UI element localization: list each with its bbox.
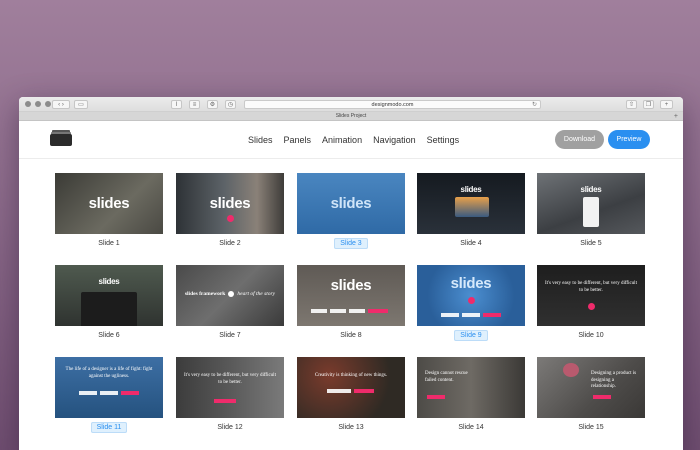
input-mock bbox=[330, 309, 346, 313]
slides-wordmark: slides bbox=[209, 195, 251, 212]
quote-text: Designing a product is designing a relat… bbox=[591, 371, 637, 389]
slide-card[interactable]: slides Slide 9 bbox=[417, 265, 525, 343]
slide-label: Slide 15 bbox=[578, 424, 604, 431]
slide-thumbnail[interactable]: It's very easy to be different, but very… bbox=[537, 265, 645, 326]
framework-title: slides framework bbox=[184, 291, 226, 297]
play-dot-icon bbox=[228, 291, 235, 297]
slide-thumbnail[interactable]: slides bbox=[417, 265, 525, 326]
slide-label: Slide 2 bbox=[219, 240, 241, 247]
slide-thumbnail[interactable]: slides framework heart of the story bbox=[176, 265, 284, 326]
cta-mock bbox=[121, 391, 139, 395]
input-mock bbox=[441, 313, 459, 317]
slides-wordmark: slides bbox=[580, 185, 602, 194]
quote-text: The life of a designer is a life of figh… bbox=[65, 367, 153, 379]
slide-card[interactable]: The life of a designer is a life of figh… bbox=[55, 357, 163, 435]
slide-thumbnail[interactable]: The life of a designer is a life of figh… bbox=[55, 357, 163, 418]
cta-mock bbox=[354, 389, 374, 393]
cta-mock bbox=[427, 395, 445, 399]
input-mock bbox=[311, 309, 327, 313]
slide-label: Slide 13 bbox=[338, 424, 364, 431]
framework-tagline: heart of the story bbox=[237, 291, 276, 297]
slide-card[interactable]: slides Slide 5 bbox=[537, 173, 645, 251]
slide-thumbnail[interactable]: Design cannot rescue failed content. bbox=[417, 357, 525, 418]
slides-wordmark: slides bbox=[88, 195, 130, 212]
slide-card[interactable]: slides Slide 4 bbox=[417, 173, 525, 251]
slide-card[interactable]: slides framework heart of the story Slid… bbox=[176, 265, 284, 343]
quote-text: Creativity is thinking of new things. bbox=[314, 373, 388, 378]
slide-label: Slide 8 bbox=[340, 332, 362, 339]
slide-label: Slide 14 bbox=[458, 424, 484, 431]
cta-mock bbox=[593, 395, 611, 399]
slide-card[interactable]: Creativity is thinking of new things. Sl… bbox=[297, 357, 405, 435]
slide-label: Slide 5 bbox=[580, 240, 602, 247]
input-mock bbox=[462, 313, 480, 317]
slide-label: Slide 10 bbox=[578, 332, 604, 339]
device-image bbox=[455, 197, 489, 217]
slide-thumbnail[interactable]: slides bbox=[55, 173, 163, 234]
slide-label-active: Slide 3 bbox=[297, 238, 405, 249]
slide-label-active: Slide 11 bbox=[55, 422, 163, 433]
quote-text: Design cannot rescue failed content. bbox=[425, 371, 468, 383]
slide-label: Slide 7 bbox=[219, 332, 241, 339]
slide-thumbnail[interactable]: slides bbox=[176, 173, 284, 234]
slide-thumbnail[interactable]: slides bbox=[537, 173, 645, 234]
slide-thumbnail[interactable]: Designing a product is designing a relat… bbox=[537, 357, 645, 418]
slides-wordmark: slides bbox=[330, 195, 372, 212]
slide-card[interactable]: slides Slide 2 bbox=[176, 173, 284, 251]
slide-thumbnail[interactable]: slides bbox=[297, 265, 405, 326]
slide-label: Slide 12 bbox=[217, 424, 243, 431]
laptop-image bbox=[81, 292, 137, 326]
slide-label: Slide 1 bbox=[98, 240, 120, 247]
slide-card[interactable]: slides Slide 6 bbox=[55, 265, 163, 343]
slide-label: Slide 6 bbox=[98, 332, 120, 339]
quote-text: It's very easy to be different, but very… bbox=[184, 373, 276, 385]
slide-card[interactable]: slides Slide 1 bbox=[55, 173, 163, 251]
slides-wordmark: slides bbox=[450, 275, 492, 292]
preview-button[interactable]: Preview bbox=[608, 130, 650, 149]
slide-card[interactable]: Designing a product is designing a relat… bbox=[537, 357, 645, 435]
slides-grid: slides Slide 1 slides Slide 2 slides Sli… bbox=[19, 97, 683, 450]
slide-card[interactable]: slides Slide 8 bbox=[297, 265, 405, 343]
phone-image bbox=[583, 197, 599, 227]
slide-thumbnail[interactable]: It's very easy to be different, but very… bbox=[176, 357, 284, 418]
slide-label: Slide 4 bbox=[460, 240, 482, 247]
slide-card[interactable]: Design cannot rescue failed content. Sli… bbox=[417, 357, 525, 435]
play-dot-icon bbox=[226, 215, 234, 222]
slides-wordmark: slides bbox=[98, 277, 120, 286]
download-button[interactable]: Download bbox=[555, 130, 604, 149]
slide-thumbnail[interactable]: slides bbox=[417, 173, 525, 234]
slide-label-active: Slide 9 bbox=[417, 330, 525, 341]
play-dot-icon bbox=[467, 297, 475, 304]
slide-thumbnail[interactable]: slides bbox=[55, 265, 163, 326]
slides-wordmark: slides bbox=[460, 185, 482, 194]
slide-card[interactable]: slides Slide 3 bbox=[297, 173, 405, 251]
cta-mock bbox=[368, 309, 388, 313]
slide-thumbnail[interactable]: slides bbox=[297, 173, 405, 234]
input-mock bbox=[327, 389, 351, 393]
input-mock bbox=[349, 309, 365, 313]
input-mock bbox=[79, 391, 97, 395]
flower-image bbox=[563, 363, 579, 377]
slide-thumbnail[interactable]: Creativity is thinking of new things. bbox=[297, 357, 405, 418]
play-dot-icon bbox=[587, 303, 595, 310]
slides-wordmark: slides bbox=[330, 277, 372, 294]
cta-mock bbox=[483, 313, 501, 317]
slide-card[interactable]: It's very easy to be different, but very… bbox=[537, 265, 645, 343]
cta-mock bbox=[214, 399, 236, 403]
slide-card[interactable]: It's very easy to be different, but very… bbox=[176, 357, 284, 435]
input-mock bbox=[100, 391, 118, 395]
quote-text: It's very easy to be different, but very… bbox=[545, 281, 637, 293]
browser-window: ‹ › ▭ ǀ ≡ ⚙ ◷ designmodo.com ↻ ⇧ ❐ + Sli… bbox=[19, 97, 683, 450]
